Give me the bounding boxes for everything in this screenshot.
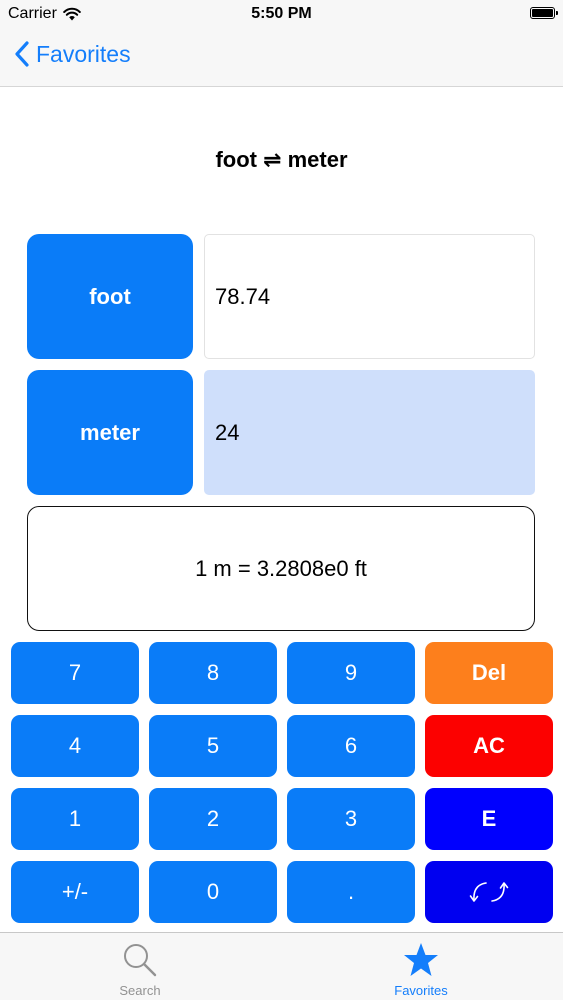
swap-arrows-icon — [469, 882, 509, 902]
to-unit-button[interactable]: meter — [27, 370, 193, 495]
chevron-left-icon — [15, 41, 29, 67]
from-value-text: 78.74 — [215, 283, 271, 309]
to-value-field[interactable]: 24 — [204, 370, 535, 495]
battery-icon — [530, 7, 558, 19]
sign-toggle-button[interactable]: +/- — [11, 861, 139, 923]
from-value-field[interactable]: 78.74 — [204, 234, 535, 359]
to-value-text: 24 — [215, 419, 240, 445]
back-button-label: Favorites — [36, 40, 131, 67]
conversion-title: foot ⇌ meter — [215, 147, 348, 172]
status-time: 5:50 PM — [251, 5, 312, 22]
search-icon — [124, 944, 157, 977]
key-8[interactable]: 8 — [149, 642, 277, 704]
status-bar: Carrier 5:50 PM — [0, 0, 563, 30]
key-1[interactable]: 1 — [11, 788, 139, 850]
tab-bar: Search Favorites — [0, 932, 563, 1000]
key-6[interactable]: 6 — [287, 715, 415, 777]
conversion-factor-text: 1 m = 3.2808e0 ft — [195, 555, 367, 581]
swap-units-button[interactable] — [425, 861, 553, 923]
star-icon — [404, 943, 438, 976]
tab-search-label: Search — [119, 983, 161, 998]
key-5[interactable]: 5 — [149, 715, 277, 777]
key-9[interactable]: 9 — [287, 642, 415, 704]
key-2[interactable]: 2 — [149, 788, 277, 850]
key-3[interactable]: 3 — [287, 788, 415, 850]
tab-favorites[interactable]: Favorites — [351, 933, 491, 1001]
delete-button[interactable]: Del — [425, 642, 553, 704]
key-4[interactable]: 4 — [11, 715, 139, 777]
from-unit-button[interactable]: foot — [27, 234, 193, 359]
decimal-point-button[interactable]: . — [287, 861, 415, 923]
key-7[interactable]: 7 — [11, 642, 139, 704]
conversion-factor-box: 1 m = 3.2808e0 ft — [27, 506, 535, 631]
key-0[interactable]: 0 — [149, 861, 277, 923]
all-clear-button[interactable]: AC — [425, 715, 553, 777]
tab-search[interactable]: Search — [70, 933, 210, 1001]
tab-favorites-label: Favorites — [394, 983, 448, 998]
exponent-button[interactable]: E — [425, 788, 553, 850]
navigation-bar: Favorites — [0, 30, 563, 87]
back-button[interactable]: Favorites — [14, 40, 131, 68]
